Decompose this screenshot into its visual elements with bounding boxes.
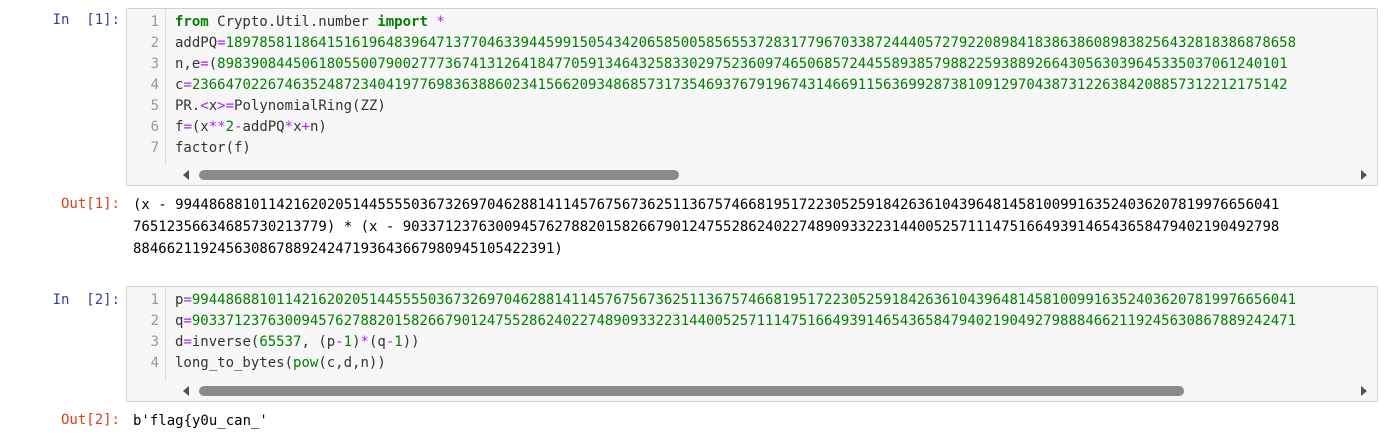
code-token: 2366470226746352487234041977698363886023… (191, 77, 1288, 93)
code-token: >= (217, 98, 235, 114)
code-token: ** (208, 119, 226, 135)
code-token: 1 (394, 334, 403, 350)
code-token: 9033712376300945762788201582667901247552… (191, 313, 1297, 329)
code-token: import (377, 14, 428, 30)
code-token: PR. (175, 98, 201, 114)
code-token: = (183, 77, 192, 93)
code-token: inverse (191, 334, 251, 350)
code-token: n,e (175, 56, 201, 72)
line-number: 3 (150, 334, 159, 350)
code-token: 2 (225, 119, 235, 135)
code-token: - (385, 334, 395, 350)
code-token: 65537 (259, 334, 302, 350)
code-cell-2[interactable]: 1 2 3 4 p=994486881011421620205144555503… (126, 286, 1378, 402)
cell-2-output-line: b'flag{y0u_can_' (133, 413, 268, 429)
code-token: = (200, 56, 209, 72)
line-number-gutter: 1 2 3 4 5 6 7 (127, 9, 166, 165)
code-token: + (301, 119, 310, 135)
code-token: (c,d,n)) (318, 355, 386, 371)
code-line[interactable]: addPQ=1897858118641516196483964713770463… (175, 33, 1296, 54)
code-token: = (183, 334, 192, 350)
line-number: 4 (150, 355, 159, 371)
code-token: - (335, 334, 344, 350)
cell-1-output-line: 76512356634685730213779) * (x - 90337123… (133, 219, 1280, 235)
code-token: Crypto.Util.number (208, 14, 378, 30)
code-line[interactable]: from Crypto.Util.number import * (175, 12, 445, 33)
line-number: 6 (150, 119, 159, 135)
code-token: 1 (343, 334, 353, 350)
code-token: long_to_bytes( (175, 355, 294, 371)
code-token: 8983908445061805500790027773674131264184… (217, 56, 1288, 72)
code-token: PolynomialRing(ZZ) (234, 98, 386, 114)
horizontal-scrollbar[interactable] (127, 165, 1377, 185)
line-number-gutter: 1 2 3 4 (127, 287, 166, 381)
code-token: < (200, 98, 209, 114)
horizontal-scrollbar[interactable] (127, 381, 1377, 401)
code-line[interactable]: n,e=(89839084450618055007900277736741312… (175, 54, 1288, 75)
code-token: * (436, 14, 445, 30)
code-token: x (293, 119, 302, 135)
code-token: , (p (301, 334, 336, 350)
code-token: addPQ (175, 35, 218, 51)
code-line[interactable]: d=inverse(65537, (p-1)*(q-1)) (175, 332, 420, 353)
code-line[interactable]: PR.<x>=PolynomialRing(ZZ) (175, 96, 386, 117)
code-token: addPQ (242, 119, 285, 135)
code-token: )) (402, 334, 420, 350)
scroll-left-arrow-icon[interactable] (183, 170, 189, 180)
cell-1-input-prompt: In [1]: (52, 12, 120, 28)
code-token: (x (191, 119, 209, 135)
scroll-right-arrow-icon[interactable] (1361, 170, 1367, 180)
line-number: 3 (150, 56, 159, 72)
code-line[interactable]: q=90337123763009457627882015826679012475… (175, 311, 1296, 332)
code-line[interactable]: factor(f) (175, 138, 251, 159)
cell-1-output-prompt: Out[1]: (60, 196, 120, 212)
cell-2-input-prompt: In [2]: (52, 292, 120, 308)
code-token: factor(f) (175, 140, 251, 156)
line-number: 5 (150, 98, 159, 114)
code-token: x (208, 98, 218, 114)
cell-1-output-line: 8846621192456308678892424719364366798094… (133, 241, 563, 257)
scrollbar-thumb[interactable] (199, 170, 679, 180)
code-token: = (183, 119, 192, 135)
cell-1-output-line: (x - 99448688101142162020514455550367326… (133, 197, 1280, 213)
scroll-left-arrow-icon[interactable] (183, 386, 189, 396)
code-line[interactable]: long_to_bytes(pow(c,d,n)) (175, 353, 386, 374)
code-token: 9944868810114216202051445555036732697046… (191, 292, 1297, 308)
scrollbar-thumb[interactable] (199, 386, 1184, 396)
line-number: 1 (150, 14, 159, 30)
code-token: * (284, 119, 294, 135)
code-cell-1[interactable]: 1 2 3 4 5 6 7 from Crypto.Util.number im… (126, 8, 1378, 186)
code-token: ( (208, 56, 218, 72)
code-line[interactable]: c=23664702267463524872340419776983638860… (175, 75, 1288, 96)
code-token: from (175, 14, 209, 30)
code-token: ) (352, 334, 361, 350)
code-token: = (217, 35, 226, 51)
line-number: 2 (150, 313, 159, 329)
code-token: * (360, 334, 369, 350)
line-number: 7 (150, 140, 159, 156)
code-token: 1897858118641516196483964713770463394459… (225, 35, 1297, 51)
line-number: 2 (150, 35, 159, 51)
code-line[interactable]: p=99448688101142162020514455550367326970… (175, 290, 1296, 311)
line-number: 1 (150, 292, 159, 308)
cell-2-output-prompt: Out[2]: (60, 412, 120, 428)
code-token: pow (293, 355, 319, 371)
code-token: = (183, 313, 192, 329)
code-token: = (183, 292, 192, 308)
code-token: n) (309, 119, 327, 135)
code-token: (q (368, 334, 386, 350)
code-line[interactable]: f=(x**2-addPQ*x+n) (175, 117, 327, 138)
scroll-right-arrow-icon[interactable] (1361, 386, 1367, 396)
line-number: 4 (150, 77, 159, 93)
